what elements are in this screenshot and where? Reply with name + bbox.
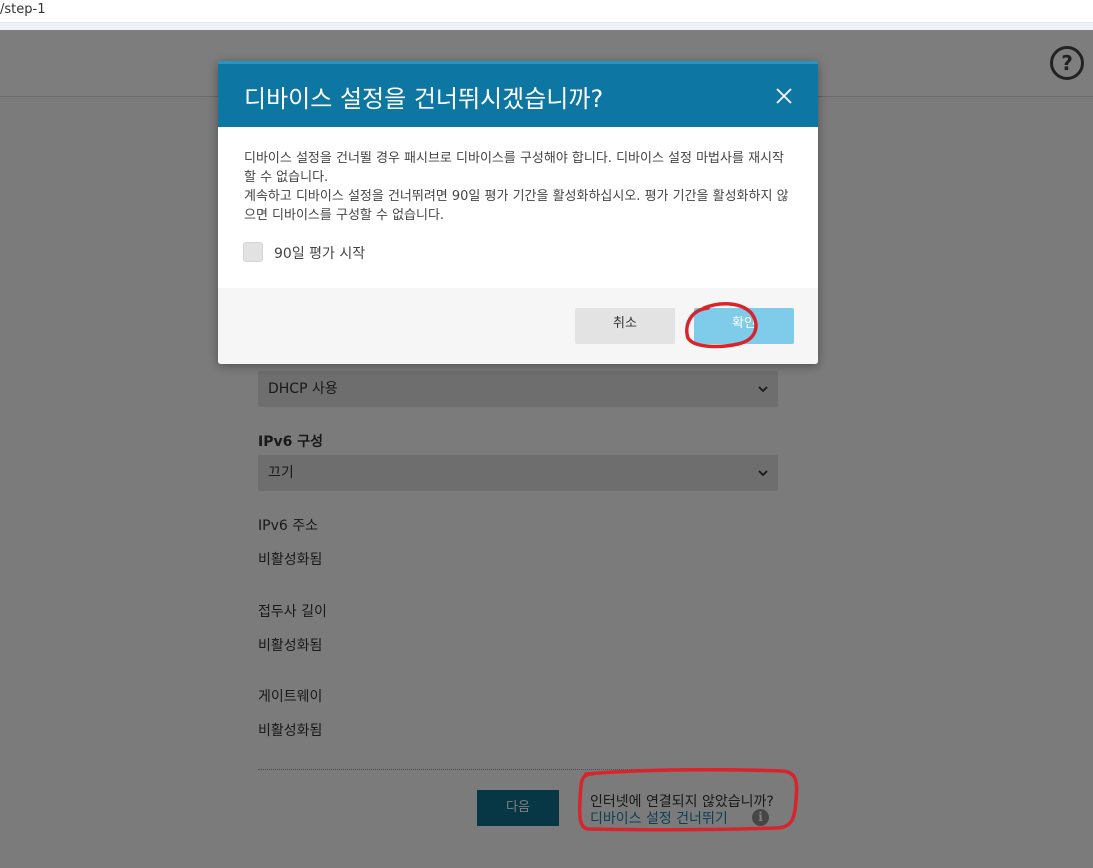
dialog-header: 디바이스 설정을 건너뛰시겠습니까?: [218, 61, 818, 127]
start-evaluation-checkbox[interactable]: [243, 242, 263, 262]
url-text: /step-1: [0, 2, 46, 17]
cancel-button[interactable]: 취소: [575, 308, 675, 344]
dialog-title: 디바이스 설정을 건너뛰시겠습니까?: [244, 85, 604, 113]
dialog-paragraph-1: 디바이스 설정을 건너뛸 경우 패시브로 디바이스를 구성해야 합니다. 디바이…: [244, 151, 784, 185]
skip-setup-dialog: 디바이스 설정을 건너뛰시겠습니까? 디바이스 설정을 건너뛸 경우 패시브로 …: [218, 61, 818, 364]
dialog-body: 디바이스 설정을 건너뛸 경우 패시브로 디바이스를 구성해야 합니다. 디바이…: [244, 149, 792, 225]
dialog-footer: 취소 확인: [218, 288, 818, 364]
close-icon[interactable]: [775, 87, 793, 105]
dialog-paragraph-2: 계속하고 디바이스 설정을 건너뛰려면 90일 평가 기간을 활성화하십시오. …: [244, 189, 789, 223]
browser-url-bar[interactable]: /step-1: [0, 0, 1093, 23]
confirm-button[interactable]: 확인: [694, 308, 794, 344]
browser-band: [0, 23, 1093, 30]
start-evaluation-label[interactable]: 90일 평가 시작: [274, 243, 365, 263]
